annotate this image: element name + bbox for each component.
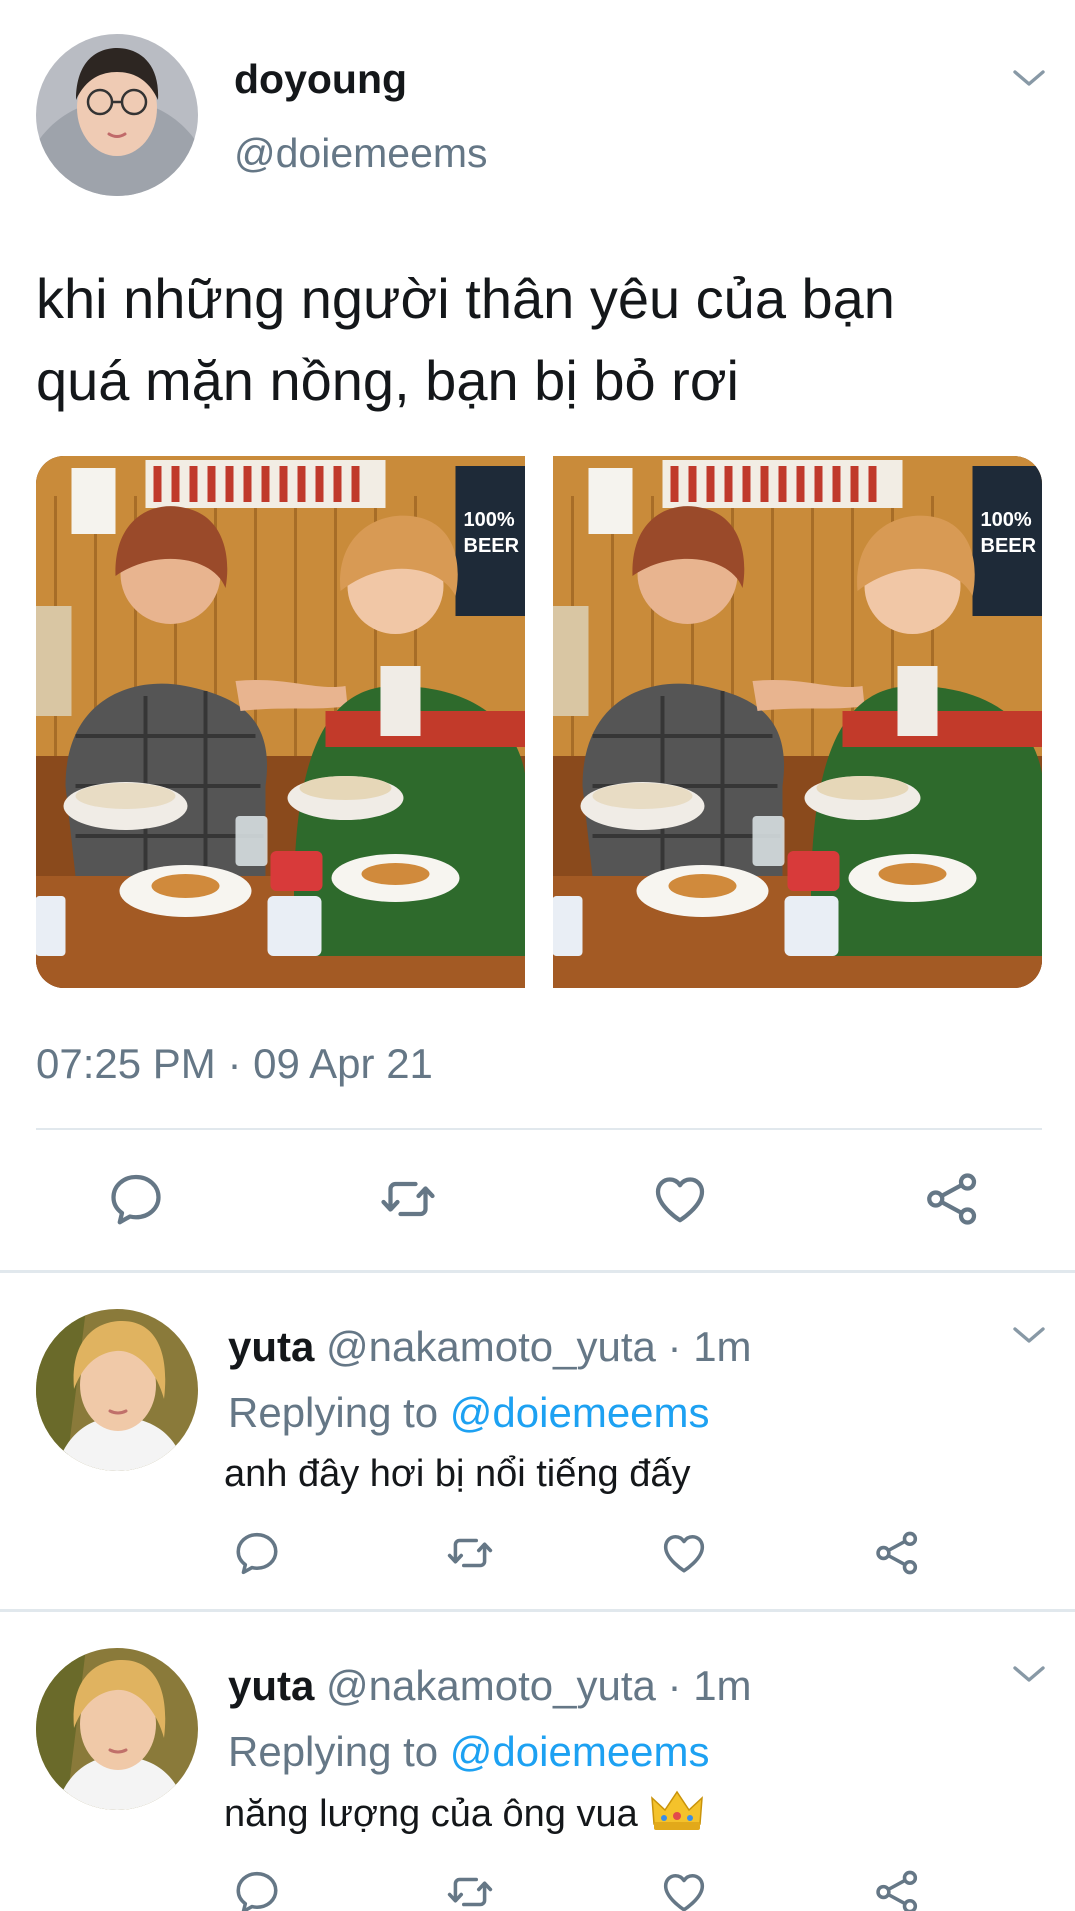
reply-author-name[interactable]: yuta	[228, 1323, 314, 1370]
share-icon[interactable]	[872, 1867, 922, 1911]
avatar[interactable]	[36, 1309, 198, 1471]
main-tweet: doyoung @doiemeems khi những người thân …	[0, 0, 1075, 1270]
chevron-down-icon[interactable]	[1012, 68, 1046, 88]
heart-icon[interactable]	[659, 1528, 709, 1578]
reply-icon[interactable]	[106, 1169, 166, 1229]
replying-to-label: Replying to	[228, 1728, 450, 1775]
reply-icon[interactable]	[232, 1528, 282, 1578]
tweet-text-line: khi những người thân yêu của bạn	[36, 267, 895, 330]
reply-tweet[interactable]: yuta @nakamoto_yuta · 1m Replying to @do…	[0, 1273, 1075, 1609]
tweet-text-line: quá mặn nồng, bạn bị bỏ rơi	[36, 349, 739, 412]
retweet-icon[interactable]	[445, 1528, 495, 1578]
author-name[interactable]: doyoung	[234, 56, 407, 103]
share-icon[interactable]	[872, 1528, 922, 1578]
tweet-actions	[106, 1168, 982, 1230]
reply-time[interactable]: 1m	[693, 1323, 751, 1370]
replying-to-mention[interactable]: @doiemeems	[450, 1389, 710, 1436]
share-icon[interactable]	[922, 1169, 982, 1229]
reply-author-name[interactable]: yuta	[228, 1662, 314, 1709]
reply-tweet[interactable]: yuta @nakamoto_yuta · 1m Replying to @do…	[0, 1612, 1075, 1911]
reply-actions	[232, 1866, 922, 1911]
reply-author-handle[interactable]: @nakamoto_yuta	[326, 1662, 656, 1709]
chevron-down-icon[interactable]	[1012, 1325, 1046, 1345]
separator-dot: ·	[667, 1323, 682, 1370]
crown-emoji	[650, 1788, 704, 1832]
separator-dot: ·	[667, 1662, 682, 1709]
chevron-down-icon[interactable]	[1012, 1664, 1046, 1684]
author-handle[interactable]: @doiemeems	[234, 130, 488, 177]
replying-to-mention[interactable]: @doiemeems	[450, 1728, 710, 1775]
author-avatar[interactable]	[36, 34, 198, 196]
tweet-photo-1[interactable]	[36, 456, 525, 988]
heart-icon[interactable]	[659, 1867, 709, 1911]
reply-header: yuta @nakamoto_yuta · 1m	[228, 1323, 752, 1371]
reply-text-content: năng lượng của ông vua	[224, 1793, 638, 1835]
reply-actions	[232, 1527, 922, 1579]
reply-text: năng lượng của ông vua	[224, 1788, 704, 1836]
media-grid	[36, 456, 1042, 988]
retweet-icon[interactable]	[445, 1867, 495, 1911]
replying-to: Replying to @doiemeems	[228, 1728, 710, 1776]
heart-icon[interactable]	[650, 1169, 710, 1229]
replying-to-label: Replying to	[228, 1389, 450, 1436]
avatar[interactable]	[36, 1648, 198, 1810]
reply-text: anh đây hơi bị nổi tiếng đấy	[224, 1453, 691, 1495]
replying-to: Replying to @doiemeems	[228, 1389, 710, 1437]
tweet-photo-2[interactable]	[553, 456, 1042, 988]
retweet-icon[interactable]	[378, 1169, 438, 1229]
reply-header: yuta @nakamoto_yuta · 1m	[228, 1662, 752, 1710]
reply-time[interactable]: 1m	[693, 1662, 751, 1709]
tweet-timestamp[interactable]: 07:25 PM · 09 Apr 21	[36, 1040, 433, 1088]
divider	[36, 1128, 1042, 1130]
tweet-text: khi những người thân yêu của bạn quá mặn…	[36, 258, 1036, 422]
reply-author-handle[interactable]: @nakamoto_yuta	[326, 1323, 656, 1370]
reply-icon[interactable]	[232, 1867, 282, 1911]
